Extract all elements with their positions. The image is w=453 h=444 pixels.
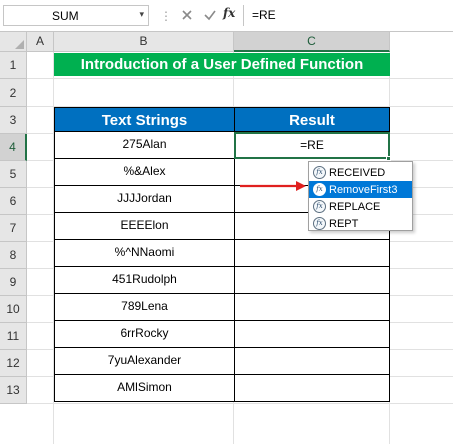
cell-text: JJJJordan [117, 191, 172, 205]
cell-text: %&Alex [123, 164, 166, 178]
column-header-b[interactable]: B [54, 32, 234, 52]
red-arrow-icon [240, 181, 306, 191]
column-header-c[interactable]: C [234, 32, 390, 52]
select-all-button[interactable] [0, 32, 27, 52]
chevron-down-icon[interactable]: ▾ [139, 9, 144, 20]
cell-b9[interactable]: 451Rudolph [54, 267, 235, 294]
cell-b12[interactable]: 7yuAlexander [54, 348, 235, 375]
autocomplete-label: RECEIVED [329, 166, 386, 179]
cell-text: 275Alan [122, 137, 167, 151]
cell-c8[interactable] [234, 240, 390, 267]
cell-b13[interactable]: AMlSimon [54, 375, 235, 402]
cancel-icon[interactable] [178, 6, 196, 24]
row-header-11[interactable]: 11 [0, 323, 27, 350]
autocomplete-item-replace[interactable]: fx REPLACE [309, 198, 412, 215]
row-header-8[interactable]: 8 [0, 242, 27, 269]
active-cell-c4[interactable]: =RE [234, 132, 390, 159]
cell-b5[interactable]: %&Alex [54, 159, 235, 186]
row-header-6[interactable]: 6 [0, 188, 27, 215]
formula-bar: SUM ▾ ⋮ fx =RE [0, 0, 453, 32]
insert-function-icon[interactable]: fx [223, 6, 235, 20]
row-header-2[interactable]: 2 [0, 79, 27, 107]
formula-bar-grip: ⋮ [160, 9, 173, 23]
cell-c11[interactable] [234, 321, 390, 348]
check-icon[interactable] [201, 6, 219, 24]
autocomplete-label: REPT [329, 217, 359, 230]
cell-text: 451Rudolph [112, 272, 177, 286]
cell-b11[interactable]: 6rrRocky [54, 321, 235, 348]
function-autocomplete-list: fx RECEIVED fx RemoveFirst3 fx REPLACE f… [308, 161, 413, 231]
cell-text: 7yuAlexander [107, 353, 182, 367]
row-header-12[interactable]: 12 [0, 350, 27, 377]
row-header-3[interactable]: 3 [0, 107, 27, 134]
row-header-5[interactable]: 5 [0, 161, 27, 188]
function-icon: fx [313, 183, 326, 196]
cell-c10[interactable] [234, 294, 390, 321]
cell-c13[interactable] [234, 375, 390, 402]
formula-input[interactable]: =RE [243, 5, 453, 26]
cell-text: 789Lena [121, 299, 168, 313]
cell-c9[interactable] [234, 267, 390, 294]
gridline [27, 78, 453, 79]
function-icon: fx [313, 200, 326, 213]
function-icon: fx [313, 217, 326, 230]
row-header-7[interactable]: 7 [0, 215, 27, 242]
row-header-9[interactable]: 9 [0, 269, 27, 296]
row-header-4[interactable]: 4 [0, 134, 27, 161]
cell-b8[interactable]: %^NNaomi [54, 240, 235, 267]
header-text-strings: Text Strings [54, 107, 235, 132]
autocomplete-item-removefirst3[interactable]: fx RemoveFirst3 [309, 181, 412, 198]
row-header-13[interactable]: 13 [0, 377, 27, 404]
select-all-icon [15, 40, 24, 49]
function-icon: fx [313, 166, 326, 179]
cell-b7[interactable]: EEEElon [54, 213, 235, 240]
autocomplete-label: RemoveFirst3 [329, 183, 398, 196]
cell-b6[interactable]: JJJJordan [54, 186, 235, 213]
cell-b10[interactable]: 789Lena [54, 294, 235, 321]
cell-c12[interactable] [234, 348, 390, 375]
gridline [27, 403, 453, 404]
cell-text: 6rrRocky [120, 326, 169, 340]
column-header-a[interactable]: A [27, 32, 54, 52]
autocomplete-label: REPLACE [329, 200, 381, 213]
row-header-10[interactable]: 10 [0, 296, 27, 323]
sheet-title: Introduction of a User Defined Function [54, 53, 390, 76]
cell-text: AMlSimon [117, 380, 172, 394]
cell-b4[interactable]: 275Alan [54, 132, 235, 159]
name-box-value: SUM [52, 9, 79, 23]
name-box[interactable]: SUM ▾ [3, 5, 149, 26]
header-result: Result [234, 107, 390, 132]
autocomplete-item-received[interactable]: fx RECEIVED [309, 164, 412, 181]
autocomplete-item-rept[interactable]: fx REPT [309, 215, 412, 232]
cell-text: EEEElon [120, 218, 169, 232]
cell-text: %^NNaomi [114, 245, 175, 259]
row-header-1[interactable]: 1 [0, 52, 27, 79]
